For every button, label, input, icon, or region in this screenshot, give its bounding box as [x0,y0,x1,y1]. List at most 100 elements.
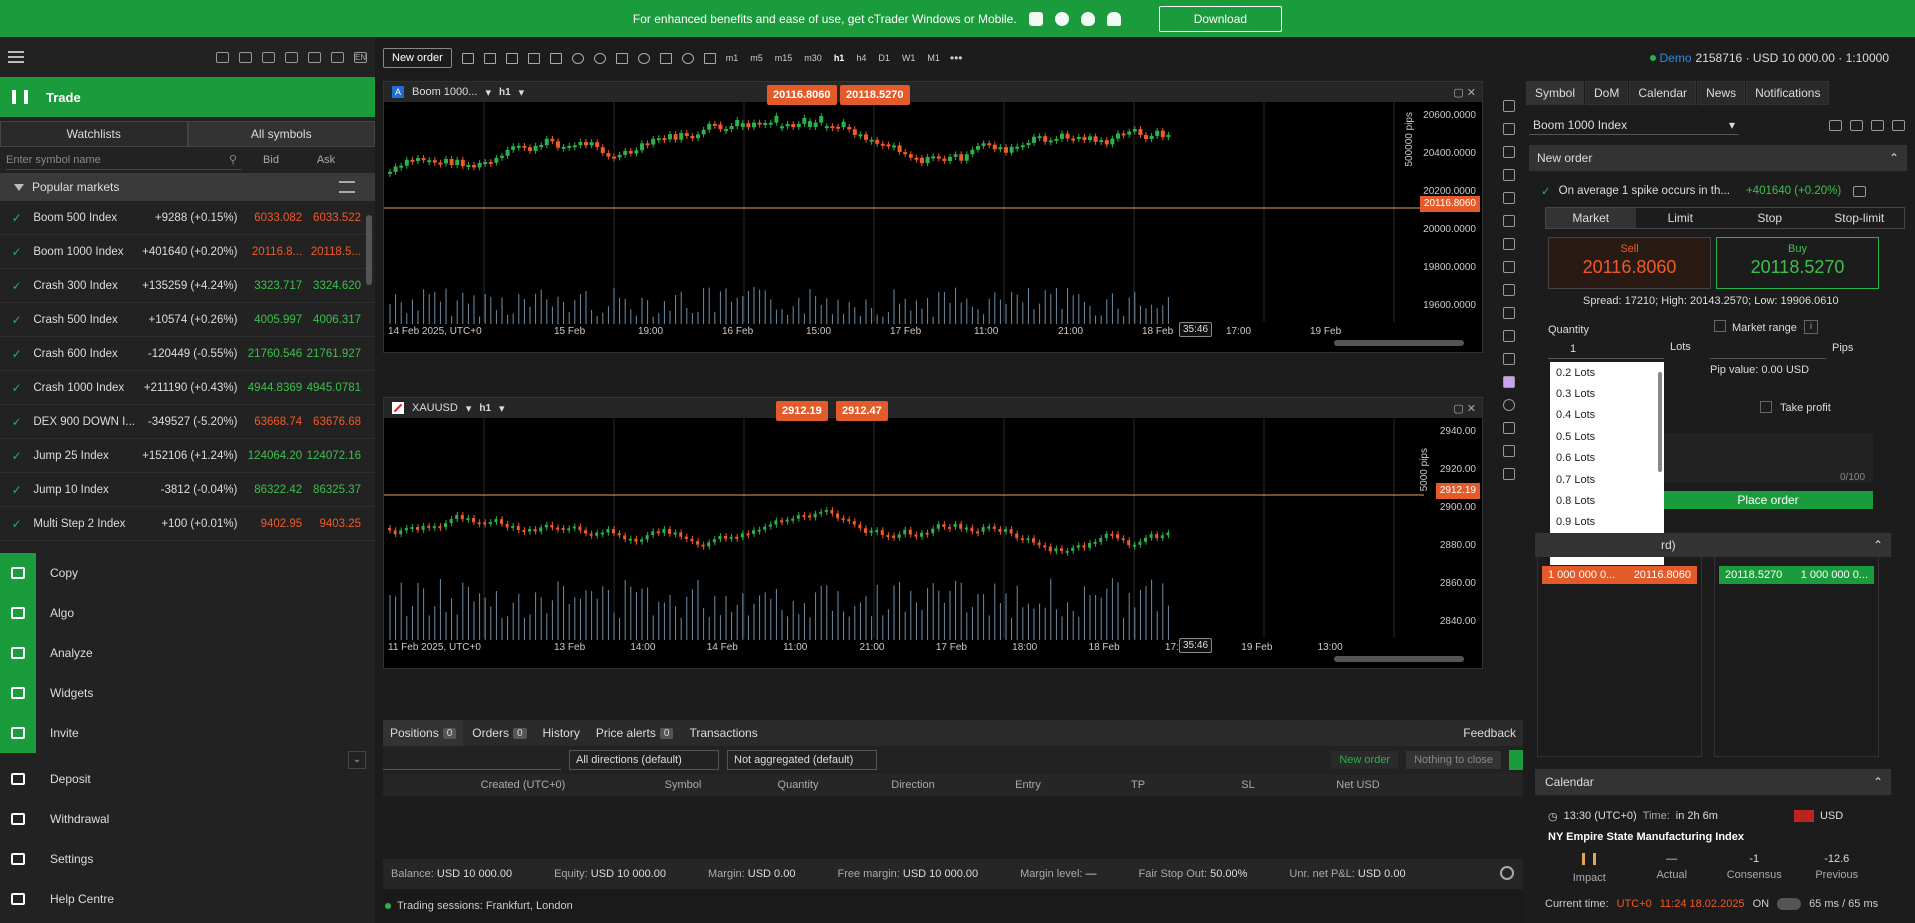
timeframe-h4[interactable]: h4 [856,53,866,63]
symbol-row[interactable]: ✓ Jump 25 Index +152106 (+1.24%) 124064.20 1… [0,439,375,473]
place-order-button[interactable]: Place order [1663,491,1873,509]
order-type-stop-limit[interactable]: Stop-limit [1815,208,1905,228]
lot-option[interactable]: 0.9 Lots [1550,512,1664,533]
feedback-link[interactable]: Feedback [1456,720,1523,746]
order-type-stop[interactable]: Stop [1725,208,1815,228]
share-icon[interactable] [1829,119,1842,131]
language-icon[interactable]: EN [354,51,367,63]
order-type-market[interactable]: Market [1546,208,1636,228]
arrow-icon[interactable] [1503,330,1515,342]
column-header[interactable]: Entry [973,779,1083,791]
trendline-icon[interactable] [1503,146,1515,158]
tab-news[interactable]: News [1697,81,1746,105]
chart-symbol[interactable]: XAUUSD [412,402,458,414]
lot-option[interactable]: 0.8 Lots [1550,490,1664,511]
sell-button[interactable]: Sell 20116.8060 [1548,237,1711,289]
chart-window-controls[interactable]: ▢ ✕ [1453,402,1476,415]
lot-option[interactable]: 0.2 Lots [1550,362,1664,383]
symbol-row[interactable]: ✓ Crash 1000 Index +211190 (+0.43%) 4944.83… [0,371,375,405]
timeframe-m15[interactable]: m15 [775,53,793,63]
timeframe-m5[interactable]: m5 [750,53,763,63]
calendar-header[interactable]: Calendar ⌃ [1535,769,1891,795]
tab-history[interactable]: History [536,720,587,746]
h-scrollbar[interactable] [1334,340,1464,346]
column-header[interactable]: TP [1083,779,1193,791]
timezone-select[interactable]: UTC+0 [1617,898,1652,910]
ruler-icon[interactable] [1503,468,1515,480]
list-view-icon[interactable] [339,181,355,193]
lot-option[interactable]: 0.4 Lots [1550,405,1664,426]
column-header[interactable]: Net USD [1303,779,1413,791]
search-icon[interactable]: ⚲ [229,153,237,166]
symbol-select[interactable]: Boom 1000 Index ▾ [1529,115,1739,135]
quantity-stepper[interactable]: 1 [1548,339,1664,359]
tab-dom[interactable]: DoM [1585,81,1629,105]
sound-icon[interactable] [331,51,344,63]
nav-item-widgets[interactable]: Widgets [0,673,375,713]
tab-price-alerts[interactable]: Price alerts 0 [589,720,681,746]
chart-xauusd[interactable]: XAUUSD ▾ h1 ▾ ▢ ✕ 2912.19 2912.47 2912.1… [383,397,1483,669]
color-icon[interactable] [1503,376,1515,388]
close-options-icon[interactable] [1509,750,1523,770]
chart-icon[interactable] [1871,119,1884,131]
balance-settings-icon[interactable] [1500,866,1514,880]
chart-symbol[interactable]: Boom 1000... [412,86,477,98]
nav-item-withdrawal[interactable]: Withdrawal [0,799,375,839]
chart-window-controls[interactable]: ▢ ✕ [1453,86,1476,99]
symbol-ask[interactable]: 9403.25 [302,518,361,530]
lot-option[interactable]: 0.5 Lots [1550,426,1664,447]
collapse-icon[interactable]: ⌃ [1873,538,1883,552]
line-icon[interactable] [1503,192,1515,204]
layout-grid-icon[interactable] [505,52,518,64]
buy-button[interactable]: Buy 20118.5270 [1716,237,1879,289]
symbol-row[interactable]: ✓ Crash 300 Index +135259 (+4.24%) 3323.717… [0,269,375,303]
layout-cols-icon[interactable] [549,52,562,64]
layout-rows-icon[interactable] [527,52,540,64]
popular-markets-header[interactable]: Popular markets [0,173,375,201]
toggle-switch[interactable] [1777,898,1802,910]
sell-price-box[interactable]: 20116.8060 [767,85,837,105]
symbol-bid[interactable]: 6033.082 [237,212,302,224]
symbol-row[interactable]: ✓ Crash 500 Index +10574 (+0.26%) 4005.997 4… [0,303,375,337]
aggregation-select[interactable]: Not aggregated (default) [727,750,877,770]
apple-icon[interactable] [1080,11,1095,26]
bell-icon[interactable] [1503,445,1515,457]
column-header[interactable]: SL [1193,779,1303,791]
nav-item-algo[interactable]: Algo [0,593,375,633]
direction-select[interactable]: All directions (default) [569,750,719,770]
mail-icon[interactable] [216,51,229,63]
market-range-checkbox[interactable] [1714,320,1726,332]
symbol-ask[interactable]: 21761.927 [302,348,361,360]
nothing-to-close-button[interactable]: Nothing to close [1406,751,1501,769]
trade-section-header[interactable]: Trade [0,77,375,117]
column-header[interactable]: Created (UTC+0) [423,779,623,791]
dom-header[interactable]: rd) ⌃ [1535,533,1891,557]
symbol-row[interactable]: ✓ Crash 600 Index -120449 (-0.55%) 21760.54… [0,337,375,371]
buy-price-box[interactable]: 2912.47 [836,401,888,421]
order-type-limit[interactable]: Limit [1636,208,1726,228]
chart-boom1000[interactable]: A Boom 1000... ▾ h1 ▾ ▢ ✕ 20116.8060 201… [383,81,1483,353]
sell-price-box[interactable]: 2912.19 [776,401,828,421]
dom-buy-row[interactable]: 20118.5270 1 000 000 0... [1719,566,1874,584]
symbol-ask[interactable]: 6033.522 [302,212,361,224]
fibonacci-icon[interactable] [1503,238,1515,250]
rectangle-icon[interactable] [1503,307,1515,319]
symbol-bid[interactable]: 4944.8369 [237,382,302,394]
more-icon[interactable]: ••• [950,51,963,65]
timeframe-W1[interactable]: W1 [902,53,916,63]
tab-transactions[interactable]: Transactions [682,720,764,746]
symbol-row[interactable]: ✓ Jump 10 Index -3812 (-0.04%) 86322.42 8632… [0,473,375,507]
symbol-row[interactable]: ✓ DEX 900 DOWN I... -349527 (-5.20%) 63668.… [0,405,375,439]
bell-icon[interactable] [1892,119,1905,131]
new-order-button[interactable]: New order [383,48,452,68]
indicators-icon[interactable] [615,52,628,64]
take-profit-checkbox[interactable] [1760,401,1772,413]
h-scrollbar[interactable] [1334,656,1464,662]
timeframe-h1[interactable]: h1 [834,53,845,63]
tab-orders[interactable]: Orders 0 [465,720,533,746]
info-icon[interactable]: i [1804,320,1818,334]
symbol-ask[interactable]: 124072.16 [302,450,361,462]
android-icon[interactable] [1106,11,1121,26]
account-info[interactable]: Demo 2158716 · USD 10 000.00 · 1:10000 [1523,37,1915,79]
dropdown-scrollbar[interactable] [1658,372,1662,472]
